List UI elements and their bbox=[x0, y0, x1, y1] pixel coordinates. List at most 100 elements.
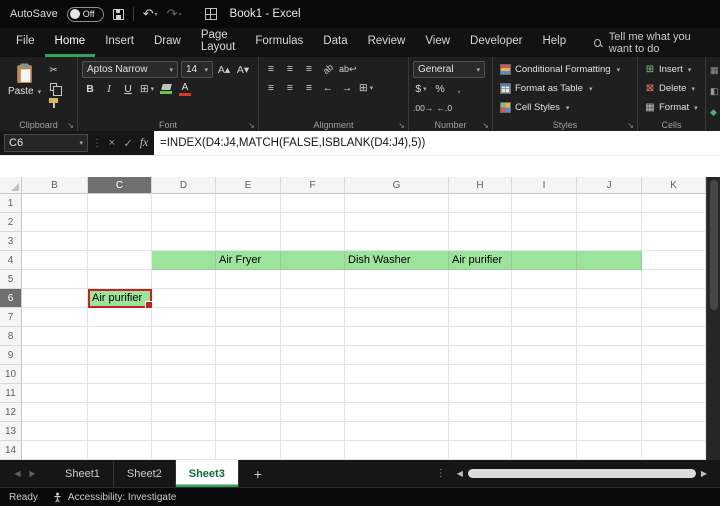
cell-F7[interactable] bbox=[281, 308, 345, 327]
font-dialog-launcher[interactable]: ↘ bbox=[248, 121, 255, 130]
cell-D4[interactable] bbox=[152, 251, 216, 270]
cell-K10[interactable] bbox=[642, 365, 706, 384]
cell-K3[interactable] bbox=[642, 232, 706, 251]
cell-G7[interactable] bbox=[345, 308, 449, 327]
save-button[interactable] bbox=[113, 9, 124, 20]
scroll-right-button[interactable]: ▶ bbox=[696, 460, 712, 487]
cell-K7[interactable] bbox=[642, 308, 706, 327]
cell-D1[interactable] bbox=[152, 194, 216, 213]
cell-G12[interactable] bbox=[345, 403, 449, 422]
redo-button[interactable]: ↷ ▾ bbox=[167, 6, 182, 22]
cell-E13[interactable] bbox=[216, 422, 281, 441]
column-header-H[interactable]: H bbox=[449, 177, 512, 194]
cell-I4[interactable] bbox=[512, 251, 577, 270]
cell-K9[interactable] bbox=[642, 346, 706, 365]
merge-center-button[interactable]: ⊞ ▾ bbox=[358, 80, 374, 96]
cell-F14[interactable] bbox=[281, 441, 345, 460]
cell-D6[interactable] bbox=[152, 289, 216, 308]
cell-J2[interactable] bbox=[577, 213, 642, 232]
cell-B13[interactable] bbox=[22, 422, 88, 441]
cell-F3[interactable] bbox=[281, 232, 345, 251]
cell-G13[interactable] bbox=[345, 422, 449, 441]
cell-C1[interactable] bbox=[88, 194, 152, 213]
decrease-font-size-button[interactable]: A▾ bbox=[235, 62, 251, 78]
cell-I14[interactable] bbox=[512, 441, 577, 460]
cell-K11[interactable] bbox=[642, 384, 706, 403]
sheet-tab-sheet3[interactable]: Sheet3 bbox=[176, 460, 239, 487]
next-sheet-button[interactable]: ▶ bbox=[25, 460, 40, 487]
ribbon-tab-page-layout[interactable]: Page Layout bbox=[191, 28, 246, 57]
cell-I1[interactable] bbox=[512, 194, 577, 213]
cell-K6[interactable] bbox=[642, 289, 706, 308]
cell-I6[interactable] bbox=[512, 289, 577, 308]
select-all-button[interactable] bbox=[0, 177, 22, 194]
cell-K2[interactable] bbox=[642, 213, 706, 232]
column-header-B[interactable]: B bbox=[22, 177, 88, 194]
column-header-F[interactable]: F bbox=[281, 177, 345, 194]
cell-K8[interactable] bbox=[642, 327, 706, 346]
cell-E12[interactable] bbox=[216, 403, 281, 422]
cell-D13[interactable] bbox=[152, 422, 216, 441]
number-dialog-launcher[interactable]: ↘ bbox=[482, 121, 489, 130]
tell-me-search[interactable]: Tell me what you want to do bbox=[594, 28, 714, 57]
comma-style-button[interactable]: , bbox=[451, 81, 467, 97]
row-header-7[interactable]: 7 bbox=[0, 308, 22, 327]
cell-E9[interactable] bbox=[216, 346, 281, 365]
row-header-11[interactable]: 11 bbox=[0, 384, 22, 403]
cell-I2[interactable] bbox=[512, 213, 577, 232]
accounting-format-button[interactable]: $ ▾ bbox=[413, 81, 429, 97]
cell-K13[interactable] bbox=[642, 422, 706, 441]
column-header-C[interactable]: C bbox=[88, 177, 152, 194]
ribbon-tab-view[interactable]: View bbox=[415, 28, 460, 57]
cell-F2[interactable] bbox=[281, 213, 345, 232]
row-header-9[interactable]: 9 bbox=[0, 346, 22, 365]
cell-C11[interactable] bbox=[88, 384, 152, 403]
cell-J1[interactable] bbox=[577, 194, 642, 213]
autosave-toggle[interactable]: Off bbox=[67, 7, 104, 22]
cell-E1[interactable] bbox=[216, 194, 281, 213]
cell-J4[interactable] bbox=[577, 251, 642, 270]
cell-E8[interactable] bbox=[216, 327, 281, 346]
cell-F5[interactable] bbox=[281, 270, 345, 289]
cell-K14[interactable] bbox=[642, 441, 706, 460]
cell-F4[interactable] bbox=[281, 251, 345, 270]
cell-F1[interactable] bbox=[281, 194, 345, 213]
conditional-formatting-button[interactable]: Conditional Formatting ▾ bbox=[497, 61, 633, 78]
alignment-dialog-launcher[interactable]: ↘ bbox=[398, 121, 405, 130]
cell-E2[interactable] bbox=[216, 213, 281, 232]
enter-button[interactable]: ✓ bbox=[122, 137, 134, 150]
cell-F9[interactable] bbox=[281, 346, 345, 365]
cell-K5[interactable] bbox=[642, 270, 706, 289]
cell-B9[interactable] bbox=[22, 346, 88, 365]
align-bottom-button[interactable]: ≡ bbox=[301, 61, 317, 77]
cell-H2[interactable] bbox=[449, 213, 512, 232]
horizontal-scrollbar-thumb[interactable] bbox=[468, 469, 696, 478]
formula-input[interactable]: =INDEX(D4:J4,MATCH(FALSE,ISBLANK(D4:J4),… bbox=[154, 131, 720, 155]
scroll-left-button[interactable]: ◀ bbox=[452, 460, 468, 487]
cell-C14[interactable] bbox=[88, 441, 152, 460]
align-left-button[interactable]: ≡ bbox=[263, 80, 279, 96]
cell-J5[interactable] bbox=[577, 270, 642, 289]
cell-H5[interactable] bbox=[449, 270, 512, 289]
delete-cells-button[interactable]: ⊠ Delete ▾ bbox=[642, 80, 701, 97]
cell-E7[interactable] bbox=[216, 308, 281, 327]
cell-B14[interactable] bbox=[22, 441, 88, 460]
cell-J3[interactable] bbox=[577, 232, 642, 251]
cell-F11[interactable] bbox=[281, 384, 345, 403]
cell-K1[interactable] bbox=[642, 194, 706, 213]
sheet-tab-sheet1[interactable]: Sheet1 bbox=[52, 460, 114, 487]
column-header-D[interactable]: D bbox=[152, 177, 216, 194]
cell-K12[interactable] bbox=[642, 403, 706, 422]
cell-G2[interactable] bbox=[345, 213, 449, 232]
cell-C5[interactable] bbox=[88, 270, 152, 289]
cell-G5[interactable] bbox=[345, 270, 449, 289]
format-painter-button[interactable] bbox=[49, 97, 58, 108]
name-box[interactable]: C6 ▾ bbox=[4, 134, 88, 152]
copy-button[interactable] bbox=[50, 81, 57, 92]
wrap-text-button[interactable]: ab↩ bbox=[339, 61, 357, 77]
cell-B7[interactable] bbox=[22, 308, 88, 327]
cell-I8[interactable] bbox=[512, 327, 577, 346]
cell-E4[interactable]: Air Fryer bbox=[216, 251, 281, 270]
cell-G10[interactable] bbox=[345, 365, 449, 384]
insert-function-button[interactable]: fx bbox=[138, 137, 150, 149]
